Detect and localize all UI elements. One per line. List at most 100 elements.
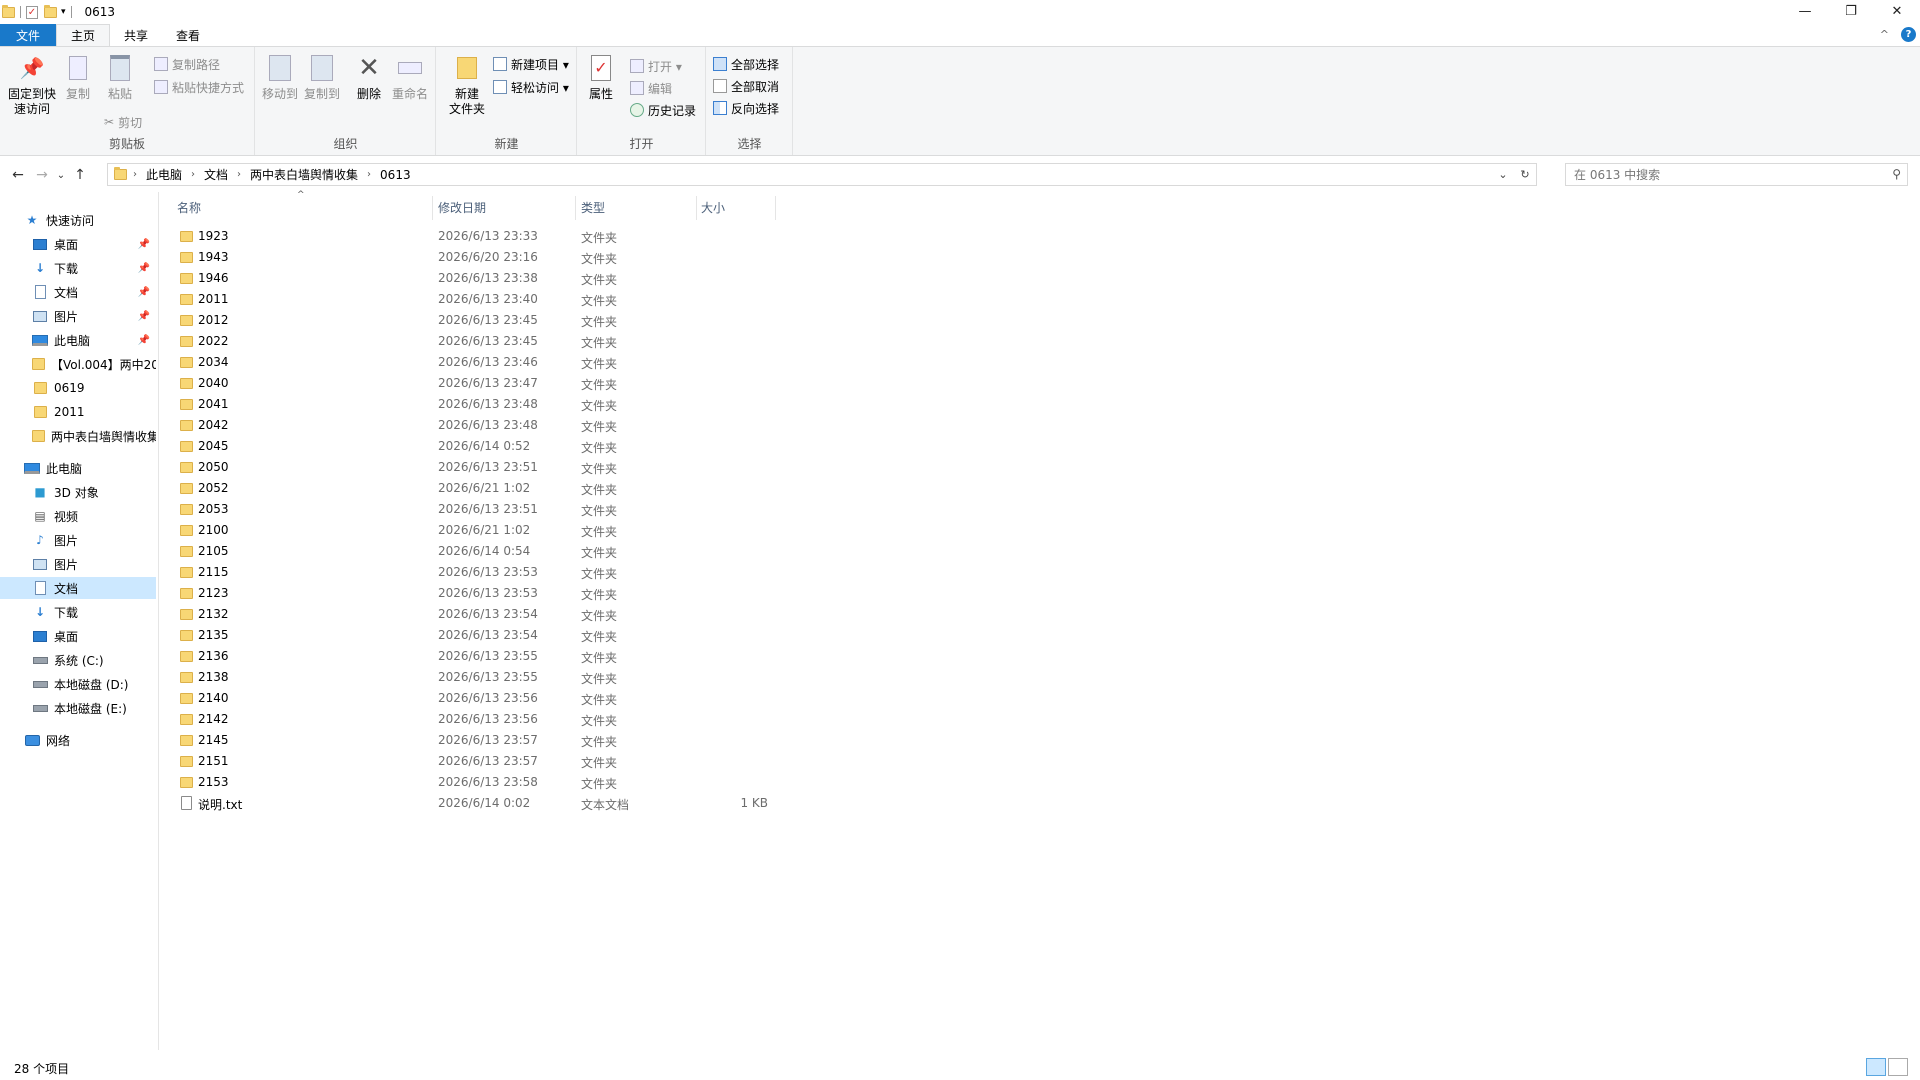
minimize-button[interactable]: — bbox=[1782, 0, 1828, 22]
column-divider[interactable] bbox=[432, 196, 433, 220]
up-button[interactable]: ↑ bbox=[68, 167, 92, 183]
nav-item-videos[interactable]: ▤ 视频 bbox=[0, 505, 156, 527]
file-row[interactable]: 2022 2026/6/13 23:45 文件夹 bbox=[175, 331, 775, 352]
close-button[interactable]: ✕ bbox=[1874, 0, 1920, 22]
tab-view[interactable]: 查看 bbox=[162, 24, 214, 46]
file-row[interactable]: 2140 2026/6/13 23:56 文件夹 bbox=[175, 688, 775, 709]
tab-share[interactable]: 共享 bbox=[110, 24, 162, 46]
column-header-size[interactable]: 大小 bbox=[701, 196, 773, 218]
file-row[interactable]: 2138 2026/6/13 23:55 文件夹 bbox=[175, 667, 775, 688]
file-row[interactable]: 说明.txt 2026/6/14 0:02 文本文档 1 KB bbox=[175, 793, 775, 814]
nav-item-this-pc-pinned[interactable]: 此电脑 📌 bbox=[0, 329, 156, 351]
delete-button[interactable]: ✕ 删除 bbox=[354, 53, 384, 102]
nav-item-desktop[interactable]: 桌面 📌 bbox=[0, 233, 156, 255]
customize-toolbar-icon[interactable]: ▾ bbox=[61, 7, 66, 17]
back-button[interactable]: ← bbox=[6, 167, 30, 183]
large-icons-view-button[interactable] bbox=[1888, 1058, 1908, 1076]
nav-item-vol004[interactable]: 【Vol.004】两中2026 bbox=[0, 353, 156, 375]
edit-button[interactable]: 编辑 bbox=[630, 79, 672, 97]
nav-item-music[interactable]: ♪ 图片 bbox=[0, 529, 156, 551]
file-row[interactable]: 2135 2026/6/13 23:54 文件夹 bbox=[175, 625, 775, 646]
column-divider[interactable] bbox=[575, 196, 576, 220]
copy-button[interactable]: 复制 bbox=[62, 53, 94, 102]
file-row[interactable]: 2100 2026/6/21 1:02 文件夹 bbox=[175, 520, 775, 541]
nav-quick-access[interactable]: ★ 快速访问 bbox=[0, 209, 156, 231]
nav-item-drive-d[interactable]: 本地磁盘 (D:) bbox=[0, 673, 156, 695]
easy-access-button[interactable]: 轻松访问 ▾ bbox=[493, 78, 569, 96]
maximize-button[interactable]: ❐ bbox=[1828, 0, 1874, 22]
file-row[interactable]: 1943 2026/6/20 23:16 文件夹 bbox=[175, 247, 775, 268]
file-row[interactable]: 2040 2026/6/13 23:47 文件夹 bbox=[175, 373, 775, 394]
column-header-date[interactable]: 修改日期 bbox=[438, 196, 573, 218]
search-icon[interactable]: ⚲ bbox=[1892, 167, 1901, 181]
tab-file[interactable]: 文件 bbox=[0, 24, 56, 46]
forward-button[interactable]: → bbox=[30, 167, 54, 183]
file-row[interactable]: 2012 2026/6/13 23:45 文件夹 bbox=[175, 310, 775, 331]
nav-item-drive-e[interactable]: 本地磁盘 (E:) bbox=[0, 697, 156, 719]
file-row[interactable]: 2034 2026/6/13 23:46 文件夹 bbox=[175, 352, 775, 373]
nav-item-desktop-pc[interactable]: 桌面 bbox=[0, 625, 156, 647]
nav-item-drive-c[interactable]: 系统 (C:) bbox=[0, 649, 156, 671]
file-row[interactable]: 2115 2026/6/13 23:53 文件夹 bbox=[175, 562, 775, 583]
nav-item-documents-pc[interactable]: 文档 bbox=[0, 577, 156, 599]
breadcrumb-documents[interactable]: 文档 bbox=[201, 166, 231, 183]
paste-button[interactable]: 粘贴 bbox=[104, 53, 136, 102]
column-divider[interactable] bbox=[775, 196, 776, 220]
breadcrumb-current[interactable]: 0613 bbox=[377, 168, 414, 182]
file-row[interactable]: 2132 2026/6/13 23:54 文件夹 bbox=[175, 604, 775, 625]
copy-path-button[interactable]: 复制路径 bbox=[154, 55, 220, 73]
file-row[interactable]: 2052 2026/6/21 1:02 文件夹 bbox=[175, 478, 775, 499]
file-row[interactable]: 2042 2026/6/13 23:48 文件夹 bbox=[175, 415, 775, 436]
tab-home[interactable]: 主页 bbox=[56, 24, 111, 46]
collapse-ribbon-icon[interactable]: ^ bbox=[1880, 28, 1889, 41]
help-icon[interactable]: ? bbox=[1901, 27, 1916, 42]
file-row[interactable]: 1946 2026/6/13 23:38 文件夹 bbox=[175, 268, 775, 289]
new-folder-icon[interactable] bbox=[44, 4, 57, 18]
file-row[interactable]: 2053 2026/6/13 23:51 文件夹 bbox=[175, 499, 775, 520]
details-view-button[interactable] bbox=[1866, 1058, 1886, 1076]
breadcrumb-this-pc[interactable]: 此电脑 bbox=[143, 166, 185, 183]
address-bar[interactable]: › 此电脑 › 文档 › 两中表白墙舆情收集 › 0613 ⌄ ↻ bbox=[107, 163, 1537, 186]
pin-quick-access-button[interactable]: 📌 固定到快 速访问 bbox=[6, 53, 58, 117]
copy-to-button[interactable]: 复制到 bbox=[304, 53, 340, 102]
nav-item-pictures[interactable]: 图片 📌 bbox=[0, 305, 156, 327]
paste-shortcut-button[interactable]: 粘贴快捷方式 bbox=[154, 78, 244, 96]
nav-item-downloads-pc[interactable]: ↓ 下载 bbox=[0, 601, 156, 623]
file-row[interactable]: 2105 2026/6/14 0:54 文件夹 bbox=[175, 541, 775, 562]
refresh-icon[interactable]: ↻ bbox=[1514, 168, 1536, 181]
select-all-button[interactable]: 全部选择 bbox=[713, 55, 779, 73]
nav-item-documents[interactable]: 文档 📌 bbox=[0, 281, 156, 303]
history-button[interactable]: 历史记录 bbox=[630, 101, 696, 119]
search-input[interactable]: 在 0613 中搜索 ⚲ bbox=[1565, 163, 1908, 186]
address-dropdown-icon[interactable]: ⌄ bbox=[1492, 168, 1514, 181]
file-row[interactable]: 2050 2026/6/13 23:51 文件夹 bbox=[175, 457, 775, 478]
file-row[interactable]: 2041 2026/6/13 23:48 文件夹 bbox=[175, 394, 775, 415]
file-row[interactable]: 2123 2026/6/13 23:53 文件夹 bbox=[175, 583, 775, 604]
rename-button[interactable]: 重命名 bbox=[392, 53, 428, 102]
file-row[interactable]: 1923 2026/6/13 23:33 文件夹 bbox=[175, 226, 775, 247]
breadcrumb-collection[interactable]: 两中表白墙舆情收集 bbox=[247, 166, 361, 183]
file-row[interactable]: 2145 2026/6/13 23:57 文件夹 bbox=[175, 730, 775, 751]
nav-item-collection[interactable]: 两中表白墙舆情收集 bbox=[0, 425, 156, 447]
nav-item-pictures-pc[interactable]: 图片 bbox=[0, 553, 156, 575]
nav-this-pc[interactable]: 此电脑 bbox=[0, 457, 156, 479]
file-row[interactable]: 2151 2026/6/13 23:57 文件夹 bbox=[175, 751, 775, 772]
file-row[interactable]: 2136 2026/6/13 23:55 文件夹 bbox=[175, 646, 775, 667]
file-row[interactable]: 2142 2026/6/13 23:56 文件夹 bbox=[175, 709, 775, 730]
file-row[interactable]: 2045 2026/6/14 0:52 文件夹 bbox=[175, 436, 775, 457]
column-divider[interactable] bbox=[696, 196, 697, 220]
move-to-button[interactable]: 移动到 bbox=[262, 53, 298, 102]
nav-network[interactable]: 网络 bbox=[0, 729, 156, 751]
nav-item-3d-objects[interactable]: ■ 3D 对象 bbox=[0, 481, 156, 503]
nav-item-0619[interactable]: 0619 bbox=[0, 377, 156, 399]
properties-button[interactable]: ✓ 属性 bbox=[586, 53, 616, 102]
file-row[interactable]: 2011 2026/6/13 23:40 文件夹 bbox=[175, 289, 775, 310]
column-header-type[interactable]: 类型 bbox=[581, 196, 696, 218]
new-item-button[interactable]: 新建项目 ▾ bbox=[493, 55, 569, 73]
nav-item-downloads[interactable]: ↓ 下载 📌 bbox=[0, 257, 156, 279]
column-header-name[interactable]: 名称 bbox=[177, 196, 432, 218]
file-row[interactable]: 2153 2026/6/13 23:58 文件夹 bbox=[175, 772, 775, 793]
properties-icon[interactable]: ✓ bbox=[26, 5, 38, 19]
open-button[interactable]: 打开 ▾ bbox=[630, 57, 682, 75]
select-none-button[interactable]: 全部取消 bbox=[713, 77, 779, 95]
